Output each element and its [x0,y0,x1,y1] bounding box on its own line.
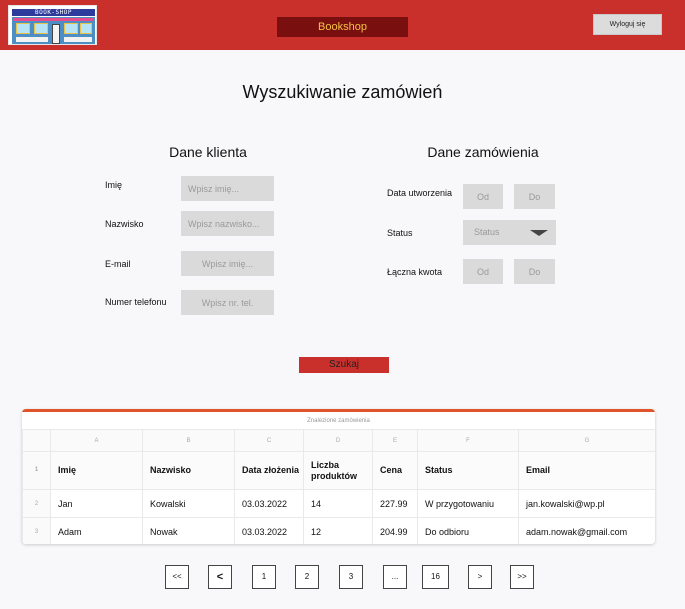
cell-order-date: 03.03.2022 [234,489,304,518]
page-title: Wyszukiwanie zamówień [242,82,443,102]
table-row[interactable]: 3 Adam Nowak 03.03.2022 12 204.99 Do odb… [22,517,655,544]
cell-price: 227.99 [372,489,418,518]
row-number: 3 [22,517,51,544]
cell-last-name: Kowalski [142,489,235,518]
logo-window [34,23,48,34]
page-16-button[interactable]: 16 [422,565,449,589]
last-name-input[interactable] [181,211,274,236]
last-name-label: Nazwisko [105,219,144,229]
order-section-title: Dane zamówienia [427,144,539,160]
column-letter: F [417,429,519,452]
table-row[interactable]: 2 Jan Kowalski 03.03.2022 14 227.99 W pr… [22,489,655,518]
row-number: 2 [22,489,51,518]
cell-email: jan.kowalski@wp.pl [518,489,655,518]
created-date-label: Data utworzenia [387,188,453,198]
page-2-button[interactable]: 2 [295,565,319,589]
cell-email: adam.nowak@gmail.com [518,517,655,544]
total-to-input[interactable] [514,259,555,284]
logo-facade [12,17,95,44]
logo-awning [14,18,93,21]
column-letter: A [50,429,143,452]
table-accent-bar [22,409,655,412]
logo-door [52,24,60,44]
search-button[interactable]: Szukaj [299,357,389,373]
column-letter: C [234,429,304,452]
cell-order-date: 03.03.2022 [234,517,304,544]
bookshop-logo[interactable]: BOOK-SHOP [8,5,97,45]
column-letter: E [372,429,418,452]
client-section-title: Dane klienta [169,144,247,160]
results-table-card: Znalezione zamówienia A B C D E F G 1 Im… [22,409,655,544]
email-input[interactable] [181,251,274,276]
column-letter-row: A B C D E F G [22,429,655,452]
cell-product-count: 14 [303,489,373,518]
phone-input[interactable] [181,290,274,315]
column-header-order-date[interactable]: Data złożenia [234,451,304,490]
column-letter: G [518,429,655,452]
logout-button[interactable]: Wyloguj się [593,14,662,35]
logo-window [80,23,92,34]
corner-cell [22,429,51,452]
page-next-button[interactable]: > [468,565,492,589]
top-header: BOOK-SHOP Bookshop Wyloguj się [0,0,685,50]
column-header-last-name[interactable]: Nazwisko [142,451,235,490]
page-prev-button[interactable]: < [208,565,232,589]
cell-status: Do odbioru [417,517,519,544]
page-ellipsis: ... [383,565,407,589]
created-to-input[interactable] [514,184,555,209]
logo-window [64,23,78,34]
results-table: A B C D E F G 1 Imię Nazwisko Data złoże… [22,429,655,544]
first-name-input[interactable] [181,176,274,201]
status-label: Status [387,228,413,238]
table-header-row: 1 Imię Nazwisko Data złożenia Liczba pro… [22,451,655,490]
total-from-input[interactable] [463,259,503,284]
brand-title[interactable]: Bookshop [277,17,408,37]
page-last-button[interactable]: >> [510,565,534,589]
cell-first-name: Jan [50,489,143,518]
email-label: E-mail [105,259,131,269]
column-header-status[interactable]: Status [417,451,519,490]
page-3-button[interactable]: 3 [339,565,363,589]
row-number: 1 [22,451,51,490]
logo-window [16,23,30,34]
first-name-label: Imię [105,180,123,190]
column-header-price[interactable]: Cena [372,451,418,490]
column-letter: B [142,429,235,452]
cell-product-count: 12 [303,517,373,544]
created-from-input[interactable] [463,184,503,209]
cell-last-name: Nowak [142,517,235,544]
cell-price: 204.99 [372,517,418,544]
table-caption: Znalezione zamówienia [307,418,370,424]
phone-label: Numer telefonu [105,297,167,307]
page-1-button[interactable]: 1 [252,565,276,589]
column-header-product-count[interactable]: Liczba produktów [303,451,373,490]
logo-shelf [16,37,48,42]
status-select-value: Status [474,227,500,237]
page-first-button[interactable]: << [165,565,189,589]
logo-shelf [64,37,92,42]
status-select[interactable]: Status [463,220,556,245]
chevron-down-icon [530,230,548,236]
total-amount-label: Łączna kwota [387,267,443,277]
cell-status: W przygotowaniu [417,489,519,518]
column-header-first-name[interactable]: Imię [50,451,143,490]
logo-sign: BOOK-SHOP [12,9,95,16]
column-header-email[interactable]: Email [518,451,655,490]
cell-first-name: Adam [50,517,143,544]
column-letter: D [303,429,373,452]
